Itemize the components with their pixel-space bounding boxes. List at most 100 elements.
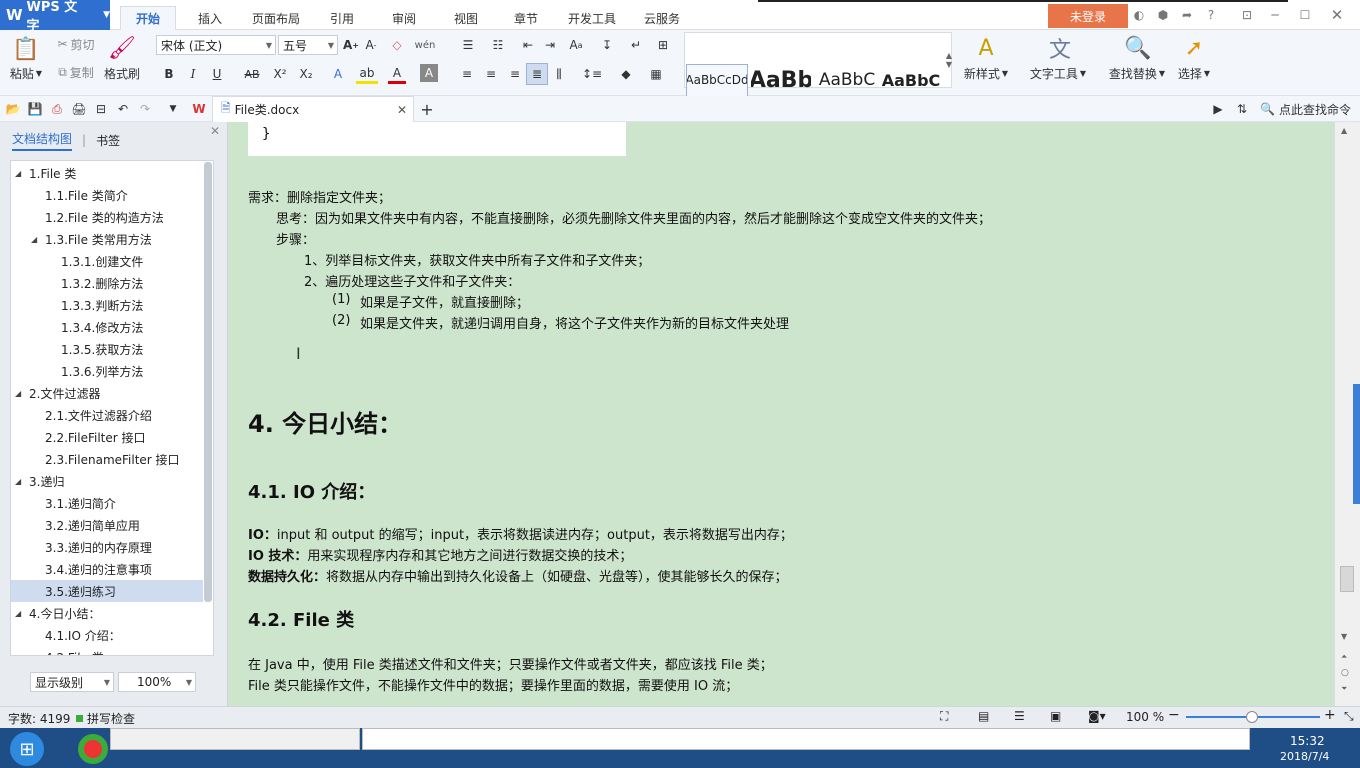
menu-tab[interactable]: 插入 bbox=[188, 6, 232, 30]
expand-icon[interactable]: ◢ bbox=[15, 389, 29, 398]
outline-item[interactable]: 1.3.3.判断方法 bbox=[11, 294, 203, 316]
minimize-icon[interactable]: ─ bbox=[1266, 6, 1284, 24]
app-menu-button[interactable]: W WPS 文字 ▼ bbox=[0, 0, 110, 34]
start-icon[interactable]: ⊞ bbox=[10, 732, 44, 766]
outline-item[interactable]: 1.3.5.获取方法 bbox=[11, 338, 203, 360]
vertical-scrollbar[interactable]: ▲ ▼ ⏶ ○ ⏷ bbox=[1334, 122, 1360, 706]
document-tab[interactable]: 🗎 File类.docx ✕ bbox=[212, 96, 414, 122]
show-marks-icon[interactable]: ↵ bbox=[626, 35, 646, 55]
outline-item[interactable]: 3.1.递归简介 bbox=[11, 492, 203, 514]
outline-item[interactable]: 1.3.2.删除方法 bbox=[11, 272, 203, 294]
help-icon[interactable]: ? bbox=[1202, 6, 1220, 24]
chrome-icon[interactable] bbox=[78, 734, 108, 764]
eye-protect-icon[interactable]: ◙▾ bbox=[1088, 709, 1106, 723]
align-left-icon[interactable]: ≡ bbox=[458, 64, 476, 84]
bullet-list-icon[interactable]: ☰ bbox=[454, 35, 482, 55]
italic-button[interactable]: I bbox=[184, 64, 202, 84]
font-color-icon[interactable]: A bbox=[388, 64, 406, 84]
outline-item[interactable]: 1.3.4.修改方法 bbox=[11, 316, 203, 338]
clear-format-icon[interactable]: ◇ bbox=[388, 35, 406, 55]
tree-scrollbar[interactable] bbox=[204, 162, 212, 602]
change-case-icon[interactable]: Aa bbox=[564, 35, 588, 55]
print-preview-icon[interactable]: ⊟ bbox=[92, 100, 110, 118]
close-icon[interactable]: ✕ bbox=[1328, 6, 1346, 24]
pane-zoom-select[interactable]: 100% ▼ bbox=[118, 672, 196, 692]
scroll-thumb[interactable] bbox=[1340, 566, 1354, 592]
outline-item[interactable]: 1.1.File 类简介 bbox=[11, 184, 203, 206]
text-effect-icon[interactable]: A bbox=[328, 64, 348, 84]
strikethrough-icon[interactable]: AB bbox=[240, 64, 264, 84]
menu-tab[interactable]: 审阅 bbox=[382, 6, 426, 30]
menu-tab[interactable]: 页面布局 bbox=[244, 6, 308, 30]
outline-item[interactable]: 3.4.递归的注意事项 bbox=[11, 558, 203, 580]
text-tools-button[interactable]: 文字工具 ▼ bbox=[1026, 64, 1090, 82]
word-count[interactable]: 字数: 4199 bbox=[8, 710, 70, 727]
cut-button[interactable]: ✂ 剪切 bbox=[52, 34, 100, 54]
copy-button[interactable]: ⧉ 复制 bbox=[52, 62, 100, 82]
zoom-slider-thumb[interactable] bbox=[1246, 711, 1258, 723]
subscript-icon[interactable]: X₂ bbox=[296, 64, 316, 84]
restore-icon[interactable]: ⊡ bbox=[1238, 6, 1256, 24]
side-panel-toggle[interactable] bbox=[1353, 384, 1360, 504]
select-button[interactable]: 选择 ▼ bbox=[1172, 64, 1216, 82]
browse-object-icon[interactable]: ○ bbox=[1341, 668, 1349, 678]
share-icon[interactable]: ➦ bbox=[1178, 6, 1196, 24]
maximize-icon[interactable]: ☐ bbox=[1296, 6, 1314, 24]
tab-bookmark[interactable]: 书签 bbox=[96, 132, 120, 149]
outline-item[interactable]: 1.2.File 类的构造方法 bbox=[11, 206, 203, 228]
underline-button[interactable]: U bbox=[208, 64, 226, 84]
outline-item[interactable]: 4.2.File 类 bbox=[11, 646, 203, 656]
save-icon[interactable]: 💾 bbox=[26, 100, 44, 118]
outline-item[interactable]: ◢ 4.今日小结： bbox=[11, 602, 203, 624]
command-search[interactable]: 🔍 点此查找命令 bbox=[1260, 98, 1356, 120]
doc-toggle-icon[interactable]: ▶ bbox=[1210, 100, 1226, 118]
zoom-out-icon[interactable]: − bbox=[1168, 707, 1180, 723]
outline-item[interactable]: 3.3.递归的内存原理 bbox=[11, 536, 203, 558]
fullscreen-icon[interactable]: ⛶ bbox=[940, 709, 948, 724]
outline-item[interactable]: ◢ 3.递归 bbox=[11, 470, 203, 492]
style-scroll[interactable]: ▲ ▼ bbox=[944, 34, 954, 86]
outline-item[interactable]: 2.3.FilenameFilter 接口 bbox=[11, 448, 203, 470]
outline-item[interactable]: ◢ 1.File 类 bbox=[11, 162, 203, 184]
new-style-icon[interactable]: A bbox=[966, 34, 1006, 62]
expand-icon[interactable]: ◢ bbox=[15, 169, 29, 178]
borders-icon[interactable]: ▦ bbox=[644, 64, 668, 84]
paste-button[interactable]: 粘贴 ▼ bbox=[4, 64, 48, 82]
cube-icon[interactable]: ⬢ bbox=[1154, 6, 1172, 24]
zoom-in-icon[interactable]: + bbox=[1324, 707, 1336, 723]
undo-icon[interactable]: ↶ bbox=[114, 100, 132, 118]
numbered-list-icon[interactable]: ☷ bbox=[484, 35, 512, 55]
print-icon[interactable]: 🖨 bbox=[70, 100, 88, 118]
menu-tab[interactable]: 云服务 bbox=[634, 6, 690, 30]
document-area[interactable]: } 需求：删除指定文件夹； 思考：因为如果文件夹中有内容，不能直接删除，必须先删… bbox=[228, 122, 1334, 706]
line-spacing-icon[interactable]: ↕≡ bbox=[580, 64, 604, 84]
layout-icon[interactable]: ⇅ bbox=[1234, 100, 1250, 118]
outline-item[interactable]: 3.5.递归练习 bbox=[11, 580, 203, 602]
expand-icon[interactable]: ◢ bbox=[31, 235, 45, 244]
tab-outline[interactable]: 文档结构图 bbox=[12, 130, 73, 151]
menu-tab[interactable]: 章节 bbox=[504, 6, 548, 30]
expand-icon[interactable]: ◢ bbox=[15, 477, 29, 486]
char-shading-icon[interactable]: A bbox=[420, 64, 438, 82]
bold-button[interactable]: B bbox=[160, 64, 178, 84]
menu-tab[interactable]: 开始 bbox=[120, 6, 176, 30]
customize-icon[interactable]: ▼ bbox=[164, 100, 182, 118]
phonetic-icon[interactable]: wén bbox=[412, 35, 438, 55]
table-icon[interactable]: ⊞ bbox=[654, 35, 672, 55]
outline-item[interactable]: 1.3.6.列举方法 bbox=[11, 360, 203, 382]
superscript-icon[interactable]: X² bbox=[270, 64, 290, 84]
distribute-icon[interactable]: ⫼ bbox=[550, 64, 568, 84]
align-right-icon[interactable]: ≡ bbox=[506, 64, 524, 84]
show-level-select[interactable]: 显示级别 ▼ bbox=[30, 672, 114, 692]
skin-icon[interactable]: ◐ bbox=[1130, 6, 1148, 24]
page-view-icon[interactable]: ▤ bbox=[978, 709, 989, 723]
menu-tab[interactable]: 开发工具 bbox=[560, 6, 624, 30]
pane-close-icon[interactable]: ✕ bbox=[210, 124, 220, 138]
next-page-icon[interactable]: ⏷ bbox=[1341, 684, 1347, 694]
outline-item[interactable]: 3.2.递归简单应用 bbox=[11, 514, 203, 536]
wps-home-icon[interactable]: W bbox=[190, 100, 208, 118]
find-replace-button[interactable]: 查找替换 ▼ bbox=[1104, 64, 1170, 82]
find-replace-icon[interactable]: 🔍 bbox=[1118, 34, 1158, 62]
select-icon[interactable]: ➚ bbox=[1176, 34, 1212, 62]
format-painter-button[interactable]: 格式刷 bbox=[100, 64, 144, 82]
